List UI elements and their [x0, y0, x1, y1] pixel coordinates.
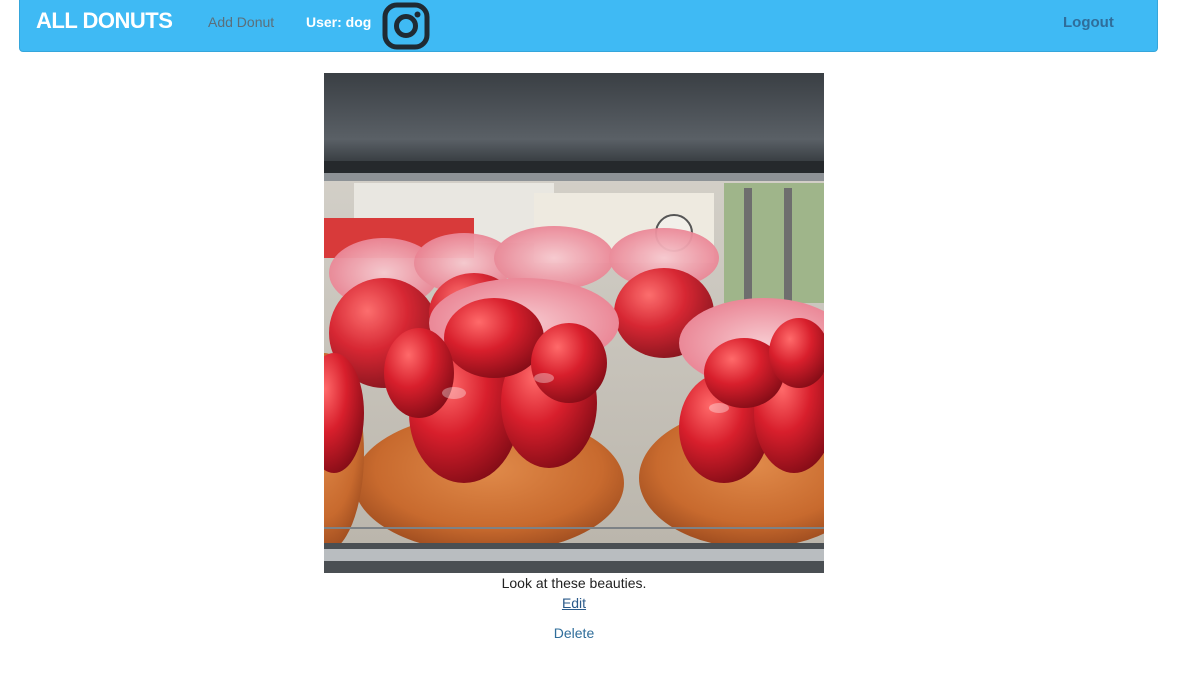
top-navbar: ALL DONUTS Add Donut User: dog Logout	[19, 0, 1158, 52]
donut-caption: Look at these beauties.	[501, 575, 647, 591]
edit-link-container: Edit	[324, 595, 824, 611]
delete-button[interactable]: Delete	[524, 622, 624, 644]
instagram-icon[interactable]	[381, 1, 431, 51]
current-user-label: User: dog	[306, 14, 372, 30]
edit-link[interactable]: Edit	[562, 595, 586, 611]
add-donut-link[interactable]: Add Donut	[208, 14, 274, 30]
donut-photo	[324, 73, 824, 573]
brand-link[interactable]: ALL DONUTS	[36, 8, 173, 34]
logout-link[interactable]: Logout	[1063, 14, 1114, 31]
